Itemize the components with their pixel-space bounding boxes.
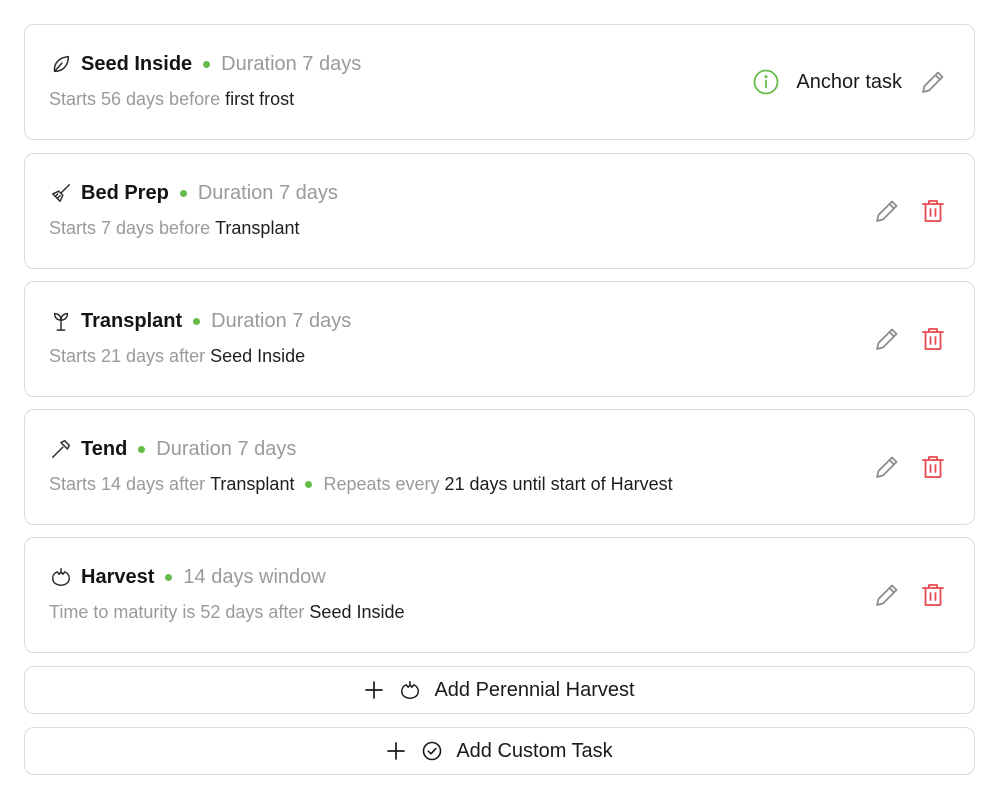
task-card-transplant: Transplant Duration 7 days Starts 21 day… <box>24 281 975 397</box>
trash-icon <box>922 456 944 478</box>
task-duration: Duration 7 days <box>211 309 352 332</box>
task-duration: Duration 7 days <box>156 437 297 460</box>
edit-button[interactable] <box>872 324 902 354</box>
plus-icon <box>386 741 406 761</box>
check-circle-icon <box>421 740 443 762</box>
pencil-icon <box>876 200 898 222</box>
sprout-icon <box>50 310 72 332</box>
edit-button[interactable] <box>872 580 902 610</box>
task-start-text: Starts 7 days before <box>49 217 211 238</box>
task-start-reference: first frost <box>225 88 295 109</box>
separator-dot <box>165 573 173 581</box>
trash-icon <box>922 328 944 350</box>
task-start-text: Time to maturity is 52 days after <box>49 601 305 622</box>
tomato-icon <box>399 679 421 701</box>
task-repeat-text: Repeats every <box>323 473 440 494</box>
trash-icon <box>922 200 944 222</box>
info-icon[interactable] <box>752 68 780 96</box>
task-start-reference: Seed Inside <box>210 345 306 366</box>
task-card-bed-prep: Bed Prep Duration 7 days Starts 7 days b… <box>24 153 975 269</box>
task-start-text: Starts 14 days after <box>49 473 206 494</box>
add-perennial-harvest-label: Add Perennial Harvest <box>434 678 635 701</box>
delete-button[interactable] <box>918 196 948 226</box>
delete-button[interactable] <box>918 452 948 482</box>
task-start-reference: Transplant <box>215 217 300 238</box>
separator-dot <box>138 445 146 453</box>
tomato-icon <box>50 566 72 588</box>
pencil-icon <box>922 71 944 93</box>
task-name: Harvest <box>81 565 155 588</box>
add-custom-task-label: Add Custom Task <box>456 739 613 762</box>
pencil-icon <box>876 456 898 478</box>
pencil-icon <box>876 584 898 606</box>
task-duration: 14 days window <box>183 565 326 588</box>
task-name: Seed Inside <box>81 52 193 75</box>
task-start-text: Starts 56 days before <box>49 88 221 109</box>
delete-button[interactable] <box>918 324 948 354</box>
edit-button[interactable] <box>872 452 902 482</box>
task-name: Transplant <box>81 309 183 332</box>
task-name: Tend <box>81 437 128 460</box>
leaf-icon <box>50 53 72 75</box>
hoe-icon <box>50 438 72 460</box>
task-card-tend: Tend Duration 7 days Starts 14 days afte… <box>24 409 975 525</box>
separator-dot <box>203 60 211 68</box>
edit-button[interactable] <box>872 196 902 226</box>
pencil-icon <box>876 328 898 350</box>
add-perennial-harvest-button[interactable]: Add Perennial Harvest <box>24 666 975 714</box>
task-start-reference: Transplant <box>210 473 295 494</box>
broom-icon <box>50 182 72 204</box>
trash-icon <box>922 584 944 606</box>
add-custom-task-button[interactable]: Add Custom Task <box>24 727 975 775</box>
task-card-seed-inside: Seed Inside Duration 7 days Starts 56 da… <box>24 24 975 140</box>
delete-button[interactable] <box>918 580 948 610</box>
task-start-reference: Seed Inside <box>309 601 405 622</box>
task-start-text: Starts 21 days after <box>49 345 206 366</box>
anchor-task-indicator: Anchor task <box>752 68 902 96</box>
anchor-task-label: Anchor task <box>796 70 902 93</box>
separator-dot <box>305 480 313 488</box>
task-card-harvest: Harvest 14 days window Time to maturity … <box>24 537 975 653</box>
task-duration: Duration 7 days <box>221 52 362 75</box>
task-duration: Duration 7 days <box>197 181 338 204</box>
separator-dot <box>179 189 187 197</box>
edit-button[interactable] <box>918 67 948 97</box>
plus-icon <box>364 680 384 700</box>
separator-dot <box>193 317 201 325</box>
task-name: Bed Prep <box>81 181 169 204</box>
task-repeat-reference: 21 days until start of Harvest <box>444 473 673 494</box>
